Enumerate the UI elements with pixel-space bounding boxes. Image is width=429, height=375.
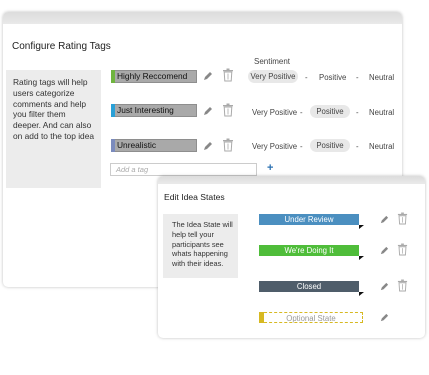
state-were-doing-it[interactable]: We're Doing It (259, 245, 364, 260)
panel-title: Configure Rating Tags (12, 41, 111, 52)
tag-color-stripe (111, 139, 115, 152)
sentiment-positive[interactable]: Positive (310, 139, 350, 152)
state-fold (359, 256, 364, 260)
state-label: We're Doing It (284, 246, 334, 255)
panel-title: Edit Idea States (164, 192, 225, 202)
tag-color-stripe (111, 104, 115, 117)
pencil-icon[interactable] (380, 246, 389, 255)
sentiment-separator: - (300, 142, 303, 151)
add-tag-button[interactable]: + (267, 162, 273, 174)
sentiment-positive[interactable]: Positive (319, 73, 346, 82)
idea-states-description: The Idea State will help tell your parti… (163, 214, 238, 278)
rating-tags-description: Rating tags will help users categorize c… (6, 70, 101, 188)
sentiment-separator: - (356, 142, 359, 151)
sentiment-very-positive[interactable]: Very Positive (252, 142, 297, 151)
trash-icon[interactable] (222, 138, 234, 152)
add-tag-input[interactable]: Add a tag (110, 163, 257, 176)
tag-highly-recommend[interactable]: Highly Reccomend (111, 70, 197, 83)
trash-icon[interactable] (397, 243, 408, 256)
tag-unrealistic[interactable]: Unrealistic (111, 139, 197, 152)
tag-label: Just Interesting (117, 105, 174, 115)
sentiment-neutral[interactable]: Neutral (369, 142, 394, 151)
state-under-review[interactable]: Under Review (259, 214, 364, 229)
pencil-icon[interactable] (380, 282, 389, 291)
state-closed[interactable]: Closed (259, 281, 364, 296)
sentiment-separator: - (300, 108, 303, 117)
sentiment-neutral[interactable]: Neutral (369, 108, 394, 117)
tag-color-stripe (111, 70, 115, 83)
state-accent-stripe (259, 312, 264, 323)
trash-icon[interactable] (397, 279, 408, 292)
state-label: Under Review (284, 215, 334, 224)
panel-header-bar (158, 176, 425, 184)
state-fold (359, 292, 364, 296)
trash-icon[interactable] (222, 103, 234, 117)
state-fold (359, 225, 364, 229)
tag-label: Highly Reccomend (117, 71, 188, 81)
tag-just-interesting[interactable]: Just Interesting (111, 104, 197, 117)
state-label: Optional State (286, 314, 336, 323)
trash-icon[interactable] (397, 212, 408, 225)
sentiment-neutral[interactable]: Neutral (369, 73, 394, 82)
pencil-icon[interactable] (380, 215, 389, 224)
state-label: Closed (296, 282, 322, 291)
pencil-icon[interactable] (203, 141, 213, 151)
pencil-icon[interactable] (203, 106, 213, 116)
pencil-icon[interactable] (203, 71, 213, 81)
trash-icon[interactable] (222, 68, 234, 82)
sentiment-very-positive[interactable]: Very Positive (252, 108, 297, 117)
sentiment-separator: - (305, 73, 308, 82)
tag-label: Unrealistic (117, 140, 157, 150)
state-optional[interactable]: Optional State (259, 312, 363, 323)
sentiment-header: Sentiment (254, 57, 291, 66)
sentiment-very-positive[interactable]: Very Positive (248, 70, 298, 83)
sentiment-separator: - (356, 108, 359, 117)
sentiment-separator: - (356, 73, 359, 82)
sentiment-positive[interactable]: Positive (310, 105, 350, 118)
pencil-icon[interactable] (380, 313, 389, 322)
panel-header-bar (3, 12, 402, 24)
